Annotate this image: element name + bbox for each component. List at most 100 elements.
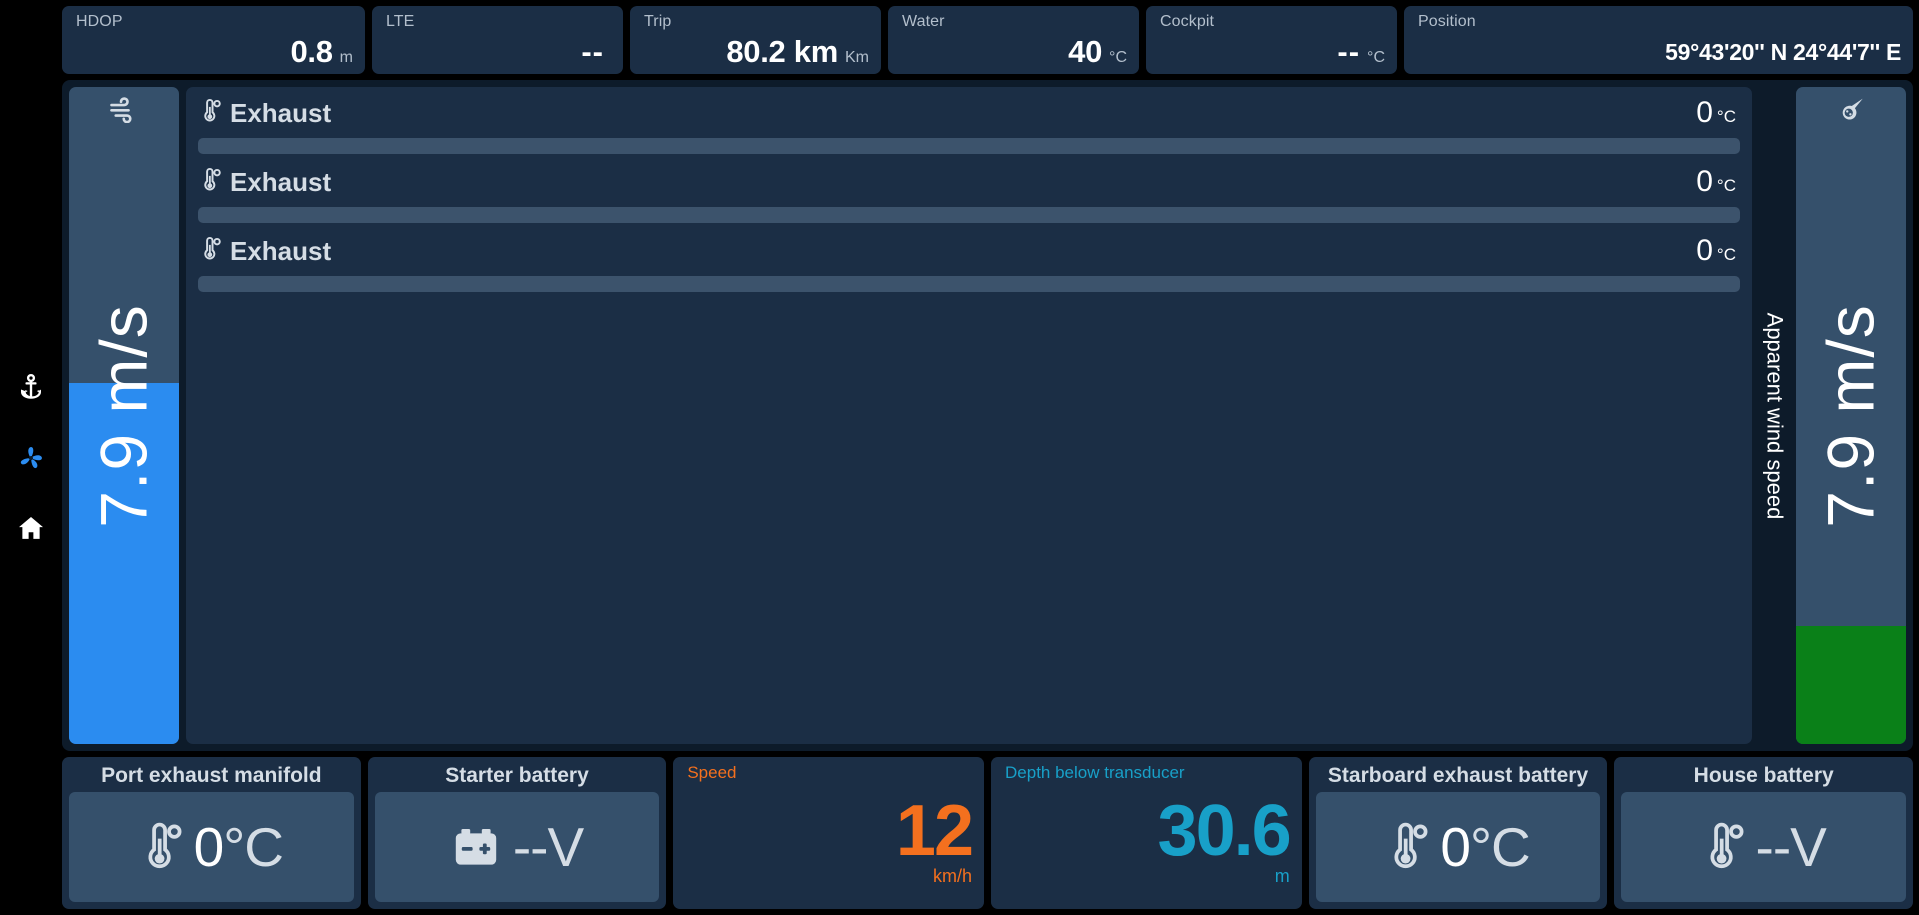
value-unit: V bbox=[1790, 816, 1827, 878]
bottom-card-title: Starter battery bbox=[445, 764, 589, 787]
exhaust-progress-bar bbox=[198, 207, 1740, 223]
exhaust-row-title: Exhaust bbox=[200, 236, 331, 267]
stat-value: 59°43'20'' N 24°44'7'' E bbox=[1665, 39, 1901, 65]
bottom-card-unit: km/h bbox=[933, 865, 973, 886]
bottom-card-title: Starboard exhaust battery bbox=[1327, 764, 1589, 787]
stat-label: HDOP bbox=[76, 13, 123, 30]
apparent-wind-speed-label: Apparent wind speed bbox=[1759, 87, 1789, 744]
value-number: 0 bbox=[1440, 816, 1471, 878]
stat-value: 80.2 km bbox=[726, 34, 838, 69]
stat-unit: °C bbox=[1367, 49, 1385, 66]
exhaust-row-header: Exhaust 0 °C bbox=[198, 97, 1740, 129]
exhaust-row-header: Exhaust 0 °C bbox=[198, 235, 1740, 267]
exhaust-name: Exhaust bbox=[230, 98, 332, 128]
gauge-value-text: 7.9 m/s bbox=[69, 87, 179, 744]
bottom-card-port-exhaust-manifold[interactable]: Port exhaust manifold 0°C bbox=[62, 757, 361, 909]
bottom-card-value: 0°C bbox=[1440, 816, 1531, 878]
big-number-wrap: 12 km/h bbox=[687, 783, 974, 901]
wind-speed-gauge-left[interactable]: 7.9 m/s bbox=[69, 87, 179, 744]
exhaust-row-title: Exhaust bbox=[200, 98, 331, 129]
bottom-card-value: --V bbox=[512, 816, 584, 878]
stat-unit: Km bbox=[845, 49, 869, 66]
bottom-card-speed[interactable]: Speed 12 km/h bbox=[673, 757, 985, 909]
exhaust-unit: °C bbox=[1716, 176, 1736, 195]
bottom-card-unit: m bbox=[1274, 865, 1290, 886]
stat-value-row: 59°43'20'' N 24°44'7'' E bbox=[1665, 35, 1901, 69]
stat-unit: m bbox=[339, 49, 353, 66]
exhaust-unit: °C bbox=[1716, 245, 1736, 264]
battery-icon bbox=[451, 825, 503, 869]
bottom-card-starter-battery[interactable]: Starter battery --V bbox=[367, 757, 667, 909]
bottom-card-body: 0°C bbox=[1315, 792, 1601, 902]
stat-value-row: 80.2 km Km bbox=[726, 35, 869, 69]
exhaust-value-wrap: 0 °C bbox=[1696, 97, 1736, 129]
thermometer-icon bbox=[1702, 819, 1746, 875]
bottom-card-title: Port exhaust manifold bbox=[101, 764, 322, 787]
bottom-card-title: Depth below transducer bbox=[1005, 763, 1185, 782]
stat-card-hdop[interactable]: HDOP 0.8 m bbox=[62, 6, 365, 74]
stat-value-row: 40 °C bbox=[1068, 35, 1127, 69]
bottom-card-body: --V bbox=[374, 792, 660, 902]
bottom-card-value: 12 bbox=[895, 790, 974, 871]
bottom-card-body: --V bbox=[1621, 792, 1907, 902]
dashboard-root: HDOP 0.8 m LTE -- Trip 80.2 km Km Water … bbox=[0, 0, 1919, 915]
stat-card-trip[interactable]: Trip 80.2 km Km bbox=[630, 6, 881, 74]
gauge-value-label: 7.9 m/s bbox=[87, 303, 161, 528]
bottom-card-title: Speed bbox=[687, 763, 737, 782]
exhaust-list-panel: Exhaust 0 °C Exhaust 0 °C Exhaust 0 °C bbox=[186, 87, 1752, 744]
exhaust-row-header: Exhaust 0 °C bbox=[198, 166, 1740, 198]
anchor-icon bbox=[16, 373, 46, 403]
value-number: -- bbox=[512, 816, 549, 878]
exhaust-row[interactable]: Exhaust 0 °C bbox=[198, 97, 1740, 154]
big-number-wrap: 30.6 m bbox=[1005, 783, 1292, 901]
exhaust-name: Exhaust bbox=[230, 167, 332, 197]
value-number: 0 bbox=[193, 816, 225, 878]
bottom-card-depth-below-transducer[interactable]: Depth below transducer 30.6 m bbox=[991, 757, 1302, 909]
bottom-card-house-battery[interactable]: House battery --V bbox=[1614, 757, 1914, 909]
exhaust-progress-bar bbox=[198, 138, 1740, 154]
stat-card-cockpit[interactable]: Cockpit -- °C bbox=[1146, 6, 1397, 74]
middle-panel: 7.9 m/s Exhaust 0 °C Exhaust 0 °C Exhaus… bbox=[62, 80, 1913, 751]
bottom-card-title: House battery bbox=[1693, 764, 1834, 787]
value-unit: V bbox=[547, 816, 584, 878]
sidebar-item-propeller[interactable] bbox=[14, 441, 48, 475]
exhaust-name: Exhaust bbox=[230, 236, 332, 266]
stat-value-row: -- bbox=[581, 35, 611, 69]
stat-card-lte[interactable]: LTE -- bbox=[372, 6, 623, 74]
exhaust-value: 0 bbox=[1696, 165, 1713, 198]
stat-value: -- bbox=[1337, 34, 1361, 69]
stat-card-position[interactable]: Position 59°43'20'' N 24°44'7'' E bbox=[1404, 6, 1913, 74]
stat-label: Water bbox=[902, 13, 945, 30]
bottom-card-starboard-exhaust-battery[interactable]: Starboard exhaust battery 0°C bbox=[1308, 757, 1608, 909]
value-unit: °C bbox=[1469, 816, 1531, 878]
thermometer-icon bbox=[140, 819, 184, 875]
sidebar-item-home[interactable] bbox=[14, 511, 48, 545]
wind-speed-gauge-right[interactable]: 7.9 m/s bbox=[1796, 87, 1906, 744]
bottom-card-value: 30.6 bbox=[1157, 790, 1292, 871]
stat-value-row: -- °C bbox=[1337, 35, 1385, 69]
home-icon bbox=[16, 513, 46, 543]
exhaust-row[interactable]: Exhaust 0 °C bbox=[198, 166, 1740, 223]
thermometer-icon bbox=[200, 167, 222, 198]
stat-value: 40 bbox=[1068, 34, 1103, 69]
gauge-value-label: 7.9 m/s bbox=[1814, 303, 1888, 528]
content-column: HDOP 0.8 m LTE -- Trip 80.2 km Km Water … bbox=[62, 0, 1919, 915]
stat-value-row: 0.8 m bbox=[290, 35, 353, 69]
bottom-card-value: 0°C bbox=[193, 816, 284, 878]
stat-label: Position bbox=[1418, 13, 1476, 30]
gauge-value-text: 7.9 m/s bbox=[1796, 87, 1906, 744]
stat-label: Cockpit bbox=[1160, 13, 1215, 30]
stat-card-water[interactable]: Water 40 °C bbox=[888, 6, 1139, 74]
stat-label: LTE bbox=[386, 13, 415, 30]
exhaust-value: 0 bbox=[1696, 96, 1713, 129]
thermometer-icon bbox=[1386, 819, 1430, 875]
bottom-card-value: --V bbox=[1755, 816, 1827, 878]
bottom-card-strip: Port exhaust manifold 0°C Starter batter… bbox=[62, 757, 1914, 909]
sidebar-item-anchor[interactable] bbox=[14, 371, 48, 405]
sidebar bbox=[0, 0, 62, 915]
exhaust-row[interactable]: Exhaust 0 °C bbox=[198, 235, 1740, 292]
side-label-text: Apparent wind speed bbox=[1762, 312, 1788, 519]
exhaust-unit: °C bbox=[1716, 107, 1736, 126]
exhaust-value-wrap: 0 °C bbox=[1696, 235, 1736, 267]
value-number: -- bbox=[1755, 816, 1792, 878]
